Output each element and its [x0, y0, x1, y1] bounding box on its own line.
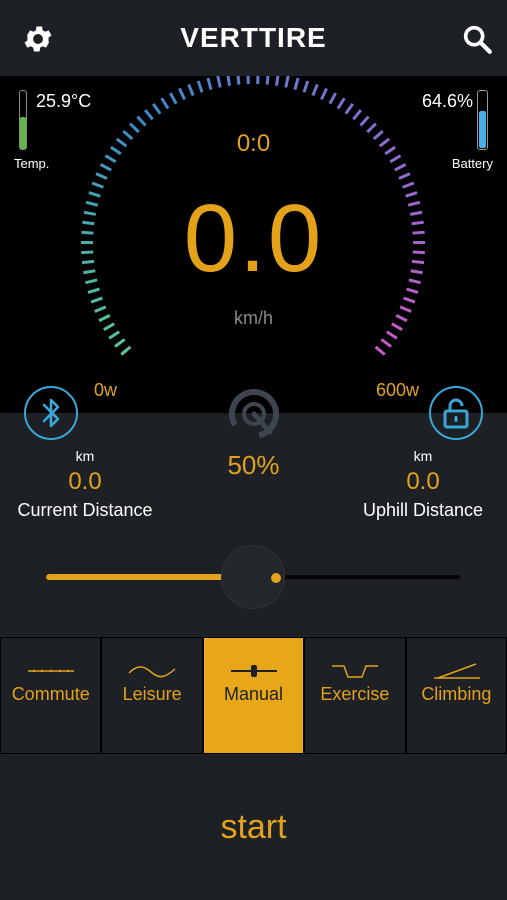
gauge-tick — [120, 345, 132, 356]
mode-label: Commute — [11, 684, 90, 704]
start-button[interactable]: start — [0, 808, 507, 847]
mode-climbing[interactable]: Climbing — [405, 637, 507, 754]
power-min-label: 0w — [94, 380, 118, 400]
mode-label: Manual — [223, 684, 284, 704]
gauge-tick — [293, 77, 300, 90]
gauge-tick — [169, 92, 178, 105]
battery-label: Battery — [451, 156, 493, 171]
mode-leisure[interactable]: Leisure — [101, 637, 203, 754]
gauge-tick — [226, 76, 231, 86]
gauge-tick — [99, 163, 112, 172]
app-title: VERTTIRE — [180, 22, 327, 53]
bluetooth-icon — [42, 398, 60, 428]
exercise-icon — [332, 665, 379, 678]
manual-icon — [230, 665, 277, 677]
gauge-tick — [196, 80, 204, 93]
current-distance-unit: km — [75, 448, 95, 464]
gauge-tick — [394, 163, 407, 172]
ride-time: 0:0 — [236, 130, 271, 157]
climbing-icon — [433, 663, 480, 679]
gauge-tick — [236, 76, 241, 85]
assist-gauge-icon — [229, 389, 280, 439]
slider-thumb[interactable] — [221, 545, 285, 609]
gauge-tick — [206, 77, 213, 90]
uphill-distance-value: 0.0 — [406, 468, 440, 495]
mode-label: Leisure — [122, 684, 182, 704]
leisure-icon — [128, 666, 176, 678]
ride-mode-selector: Commute Leisure Manual Exercise Climbing — [0, 637, 507, 754]
gauge-tick — [152, 103, 162, 115]
gauge-tick — [385, 330, 398, 340]
gauge-tick — [320, 87, 328, 101]
gauge-tick — [311, 83, 319, 97]
gauge-tick — [160, 97, 170, 110]
gauge-tick — [114, 338, 126, 348]
gauge-tick — [187, 83, 195, 97]
gauge-tick — [108, 330, 121, 340]
gauge-tick — [344, 103, 354, 115]
slider-thumb-dot — [271, 573, 281, 583]
commute-icon — [28, 669, 74, 673]
gauge-tick — [216, 76, 222, 88]
current-distance-value: 0.0 — [68, 468, 102, 495]
gauge-tick — [95, 172, 108, 180]
uphill-distance-unit: km — [413, 448, 433, 464]
gauge-tick — [336, 97, 346, 110]
gauge-tick — [178, 87, 186, 101]
gauge-tick — [359, 115, 370, 127]
speed-dashboard: 25.9°C Temp. 64.6% Battery 0:0 0.0 km/h … — [0, 76, 507, 413]
gauge-tick — [284, 76, 290, 88]
mode-commute[interactable]: Commute — [0, 637, 102, 754]
speed-unit: km/h — [233, 308, 273, 328]
gauge-tick — [90, 296, 103, 304]
battery-value: 64.6% — [421, 91, 473, 111]
search-icon[interactable] — [460, 22, 494, 56]
lock-button[interactable] — [429, 386, 483, 440]
gauge-tick — [136, 115, 147, 127]
gauge-tick — [398, 172, 411, 180]
gauge-tick — [374, 345, 386, 356]
mode-manual[interactable]: Manual — [202, 637, 305, 754]
mode-exercise[interactable]: Exercise — [304, 637, 406, 754]
gauge-tick — [265, 76, 270, 85]
current-distance-label: Current Distance — [17, 500, 153, 520]
temperature-value: 25.9°C — [36, 91, 92, 111]
mode-label: Climbing — [421, 684, 492, 704]
gauge-tick — [403, 296, 416, 304]
gauge-tick — [352, 109, 363, 121]
app-header: VERTTIRE — [0, 0, 507, 76]
uphill-distance-label: Uphill Distance — [362, 500, 484, 520]
mode-label: Exercise — [320, 684, 390, 704]
gauge-tick — [302, 80, 310, 93]
speed-value: 0.0 — [183, 185, 324, 292]
assist-slider[interactable] — [46, 545, 460, 609]
bluetooth-button[interactable] — [24, 386, 78, 440]
temperature-label: Temp. — [14, 156, 50, 171]
gauge-tick — [328, 92, 337, 105]
gauge-tick — [380, 338, 392, 348]
gauge-tick — [275, 76, 280, 86]
gauge-tick — [143, 109, 154, 121]
power-max-label: 600w — [376, 380, 420, 400]
unlock-icon — [443, 398, 469, 429]
